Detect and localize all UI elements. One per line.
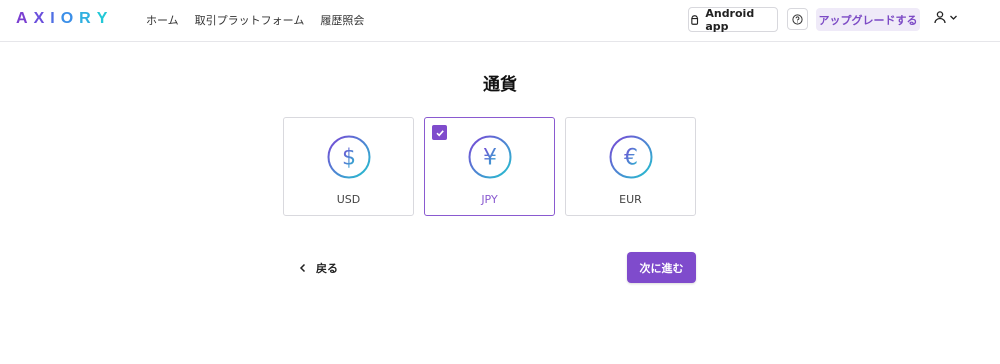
help-icon	[792, 13, 803, 25]
currency-symbol: $	[342, 146, 356, 171]
back-label: 戻る	[316, 262, 338, 275]
chevron-down-icon	[950, 15, 957, 20]
yen-icon: ¥	[468, 135, 512, 179]
next-button[interactable]: 次に進む	[627, 252, 696, 283]
nav-history[interactable]: 履歴照会	[320, 12, 364, 28]
user-menu[interactable]	[933, 10, 958, 24]
logo-letter: X	[33, 10, 51, 27]
logo-letter: R	[79, 10, 97, 27]
selected-checkbox	[432, 125, 447, 140]
back-button[interactable]: 戻る	[298, 260, 338, 276]
nav-trading-platform[interactable]: 取引プラットフォーム	[195, 12, 305, 28]
top-header: A X I O R Y ホーム 取引プラットフォーム 履歴照会 Android …	[0, 0, 1000, 42]
android-app-label: Android app	[705, 6, 755, 33]
currency-card-usd[interactable]: $ USD	[283, 117, 414, 216]
currency-symbol: ¥	[483, 146, 497, 171]
dollar-icon: $	[327, 135, 371, 179]
nav-home[interactable]: ホーム	[146, 12, 179, 28]
axiory-logo[interactable]: A X I O R Y	[16, 8, 113, 30]
currency-symbol: €	[624, 146, 638, 171]
upgrade-button[interactable]: アップグレードする	[816, 8, 920, 31]
currency-label: EUR	[619, 193, 642, 206]
logo-letter: I	[50, 10, 61, 27]
chevron-left-icon	[299, 263, 306, 273]
logo-letter: O	[60, 10, 80, 27]
euro-icon: €	[609, 135, 653, 179]
user-icon	[934, 11, 946, 24]
currency-label: USD	[336, 193, 361, 206]
main-nav: ホーム 取引プラットフォーム 履歴照会	[146, 12, 364, 28]
currency-card-eur[interactable]: € EUR	[565, 117, 696, 216]
android-app-button[interactable]: Android app	[688, 6, 778, 33]
currency-card-jpy[interactable]: ¥ JPY	[424, 117, 555, 216]
logo-letter: Y	[96, 10, 114, 27]
currency-label: JPY	[481, 193, 498, 206]
check-icon	[435, 129, 444, 136]
page-title: 通貨	[483, 75, 517, 95]
android-icon	[691, 14, 699, 25]
help-button[interactable]	[787, 8, 808, 30]
logo-letter: A	[16, 10, 34, 27]
